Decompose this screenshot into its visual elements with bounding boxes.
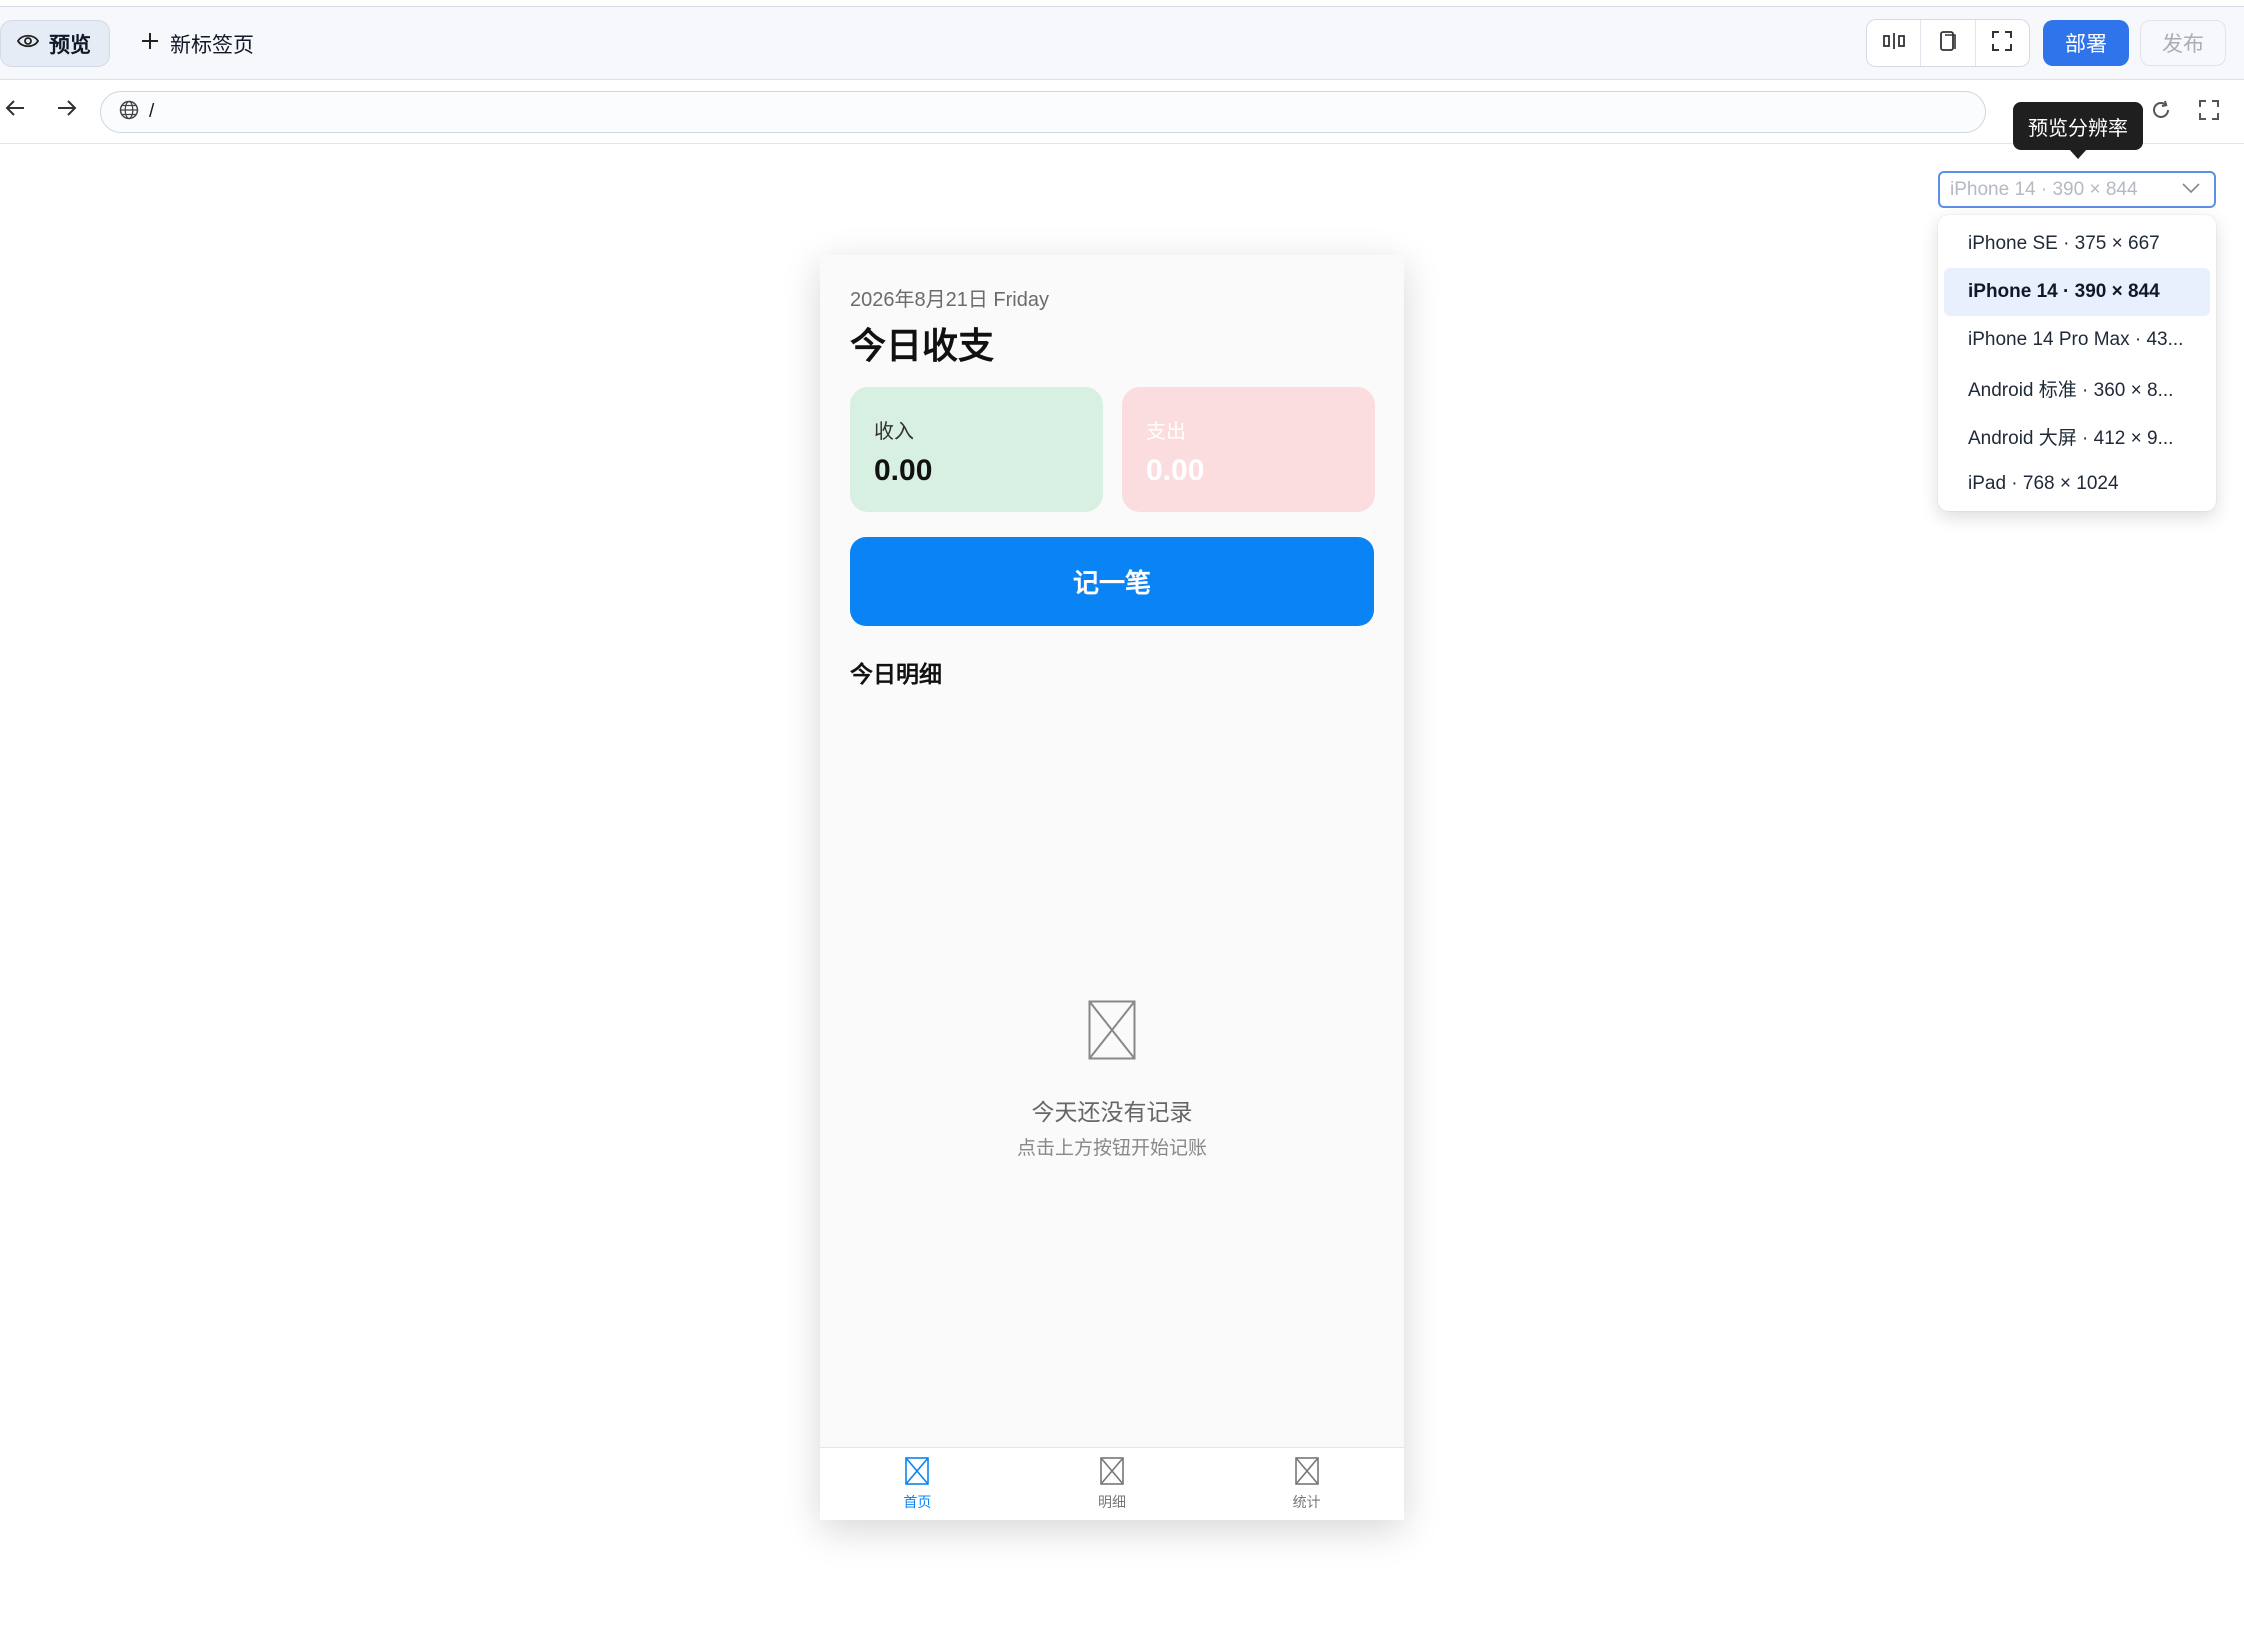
broken-image-icon	[905, 1456, 930, 1490]
expense-value: 0.00	[1146, 454, 1205, 487]
publish-button[interactable]: 发布	[2140, 20, 2226, 66]
fullscreen-view-button[interactable]	[1976, 20, 2029, 66]
forward-arrow-icon[interactable]	[56, 97, 78, 124]
record-button[interactable]: 记一笔	[850, 537, 1374, 626]
tab-preview[interactable]: 预览	[0, 20, 110, 67]
section-title: 今日明细	[850, 661, 942, 687]
empty-state-subtitle: 点击上方按钮开始记账	[1016, 1138, 1207, 1159]
new-tab-button[interactable]: 新标签页	[140, 20, 254, 67]
expand-icon[interactable]	[2198, 99, 2220, 126]
url-input[interactable]: /	[100, 91, 1986, 133]
tab-details-label: 明细	[1098, 1493, 1126, 1510]
reload-icon[interactable]	[2150, 99, 2172, 126]
plus-icon	[140, 31, 160, 56]
eye-icon	[16, 33, 40, 54]
deploy-button[interactable]: 部署	[2043, 20, 2129, 66]
expense-card: 支出 0.00	[1122, 387, 1375, 512]
device-view-button[interactable]	[1921, 20, 1976, 66]
income-label: 收入	[874, 421, 914, 443]
income-value: 0.00	[874, 454, 933, 487]
resolution-tooltip: 预览分辨率	[2013, 102, 2143, 159]
tab-stats-label: 统计	[1292, 1493, 1321, 1510]
top-tab-bar: 预览 新标签页 部署 发布	[0, 6, 2244, 80]
resolution-option[interactable]: iPad · 768 × 1024	[1944, 460, 2210, 508]
tab-home-label: 首页	[903, 1493, 932, 1510]
split-view-icon	[1882, 32, 1905, 55]
tab-details[interactable]: 明细	[1015, 1448, 1210, 1520]
tab-home[interactable]: 首页	[820, 1448, 1015, 1520]
address-bar: /	[0, 81, 2244, 144]
chevron-down-icon	[2182, 181, 2200, 199]
empty-state-title: 今天还没有记录	[1031, 1099, 1193, 1125]
view-tools	[1866, 19, 2030, 67]
resolution-option[interactable]: iPhone 14 Pro Max · 43...	[1944, 316, 2210, 364]
globe-icon	[119, 100, 139, 125]
page-title: 今日收支	[850, 325, 995, 366]
resolution-option-selected[interactable]: iPhone 14 · 390 × 844	[1944, 268, 2210, 316]
new-tab-label: 新标签页	[170, 33, 254, 57]
fullscreen-icon	[1992, 30, 2013, 56]
tab-preview-label: 预览	[49, 33, 91, 57]
resolution-option[interactable]: Android 大屏 · 412 × 9...	[1944, 412, 2210, 460]
broken-image-icon	[1088, 1000, 1136, 1065]
url-text: /	[149, 101, 155, 122]
resolution-select[interactable]: iPhone 14 · 390 × 844	[1938, 171, 2216, 208]
resolution-selected-value: iPhone 14 · 390 × 844	[1950, 178, 2138, 200]
tab-stats[interactable]: 统计	[1209, 1448, 1404, 1520]
resolution-menu: iPhone SE · 375 × 667 iPhone 14 · 390 × …	[1938, 215, 2216, 511]
broken-image-icon	[1100, 1456, 1124, 1490]
resolution-option[interactable]: iPhone SE · 375 × 667	[1944, 220, 2210, 268]
current-date: 2026年8月21日 Friday	[850, 289, 1049, 311]
broken-image-icon	[1294, 1456, 1319, 1490]
mobile-device-icon	[1939, 30, 1957, 57]
split-view-button[interactable]	[1867, 20, 1922, 66]
expense-label: 支出	[1146, 421, 1186, 443]
back-arrow-icon[interactable]	[4, 97, 26, 124]
income-card: 收入 0.00	[850, 387, 1103, 512]
phone-preview: 2026年8月21日 Friday 今日收支 收入 0.00 支出 0.00 记…	[820, 255, 1404, 1520]
bottom-tab-bar: 首页 明细 统计	[820, 1447, 1404, 1520]
resolution-option[interactable]: Android 标准 · 360 × 8...	[1944, 364, 2210, 412]
